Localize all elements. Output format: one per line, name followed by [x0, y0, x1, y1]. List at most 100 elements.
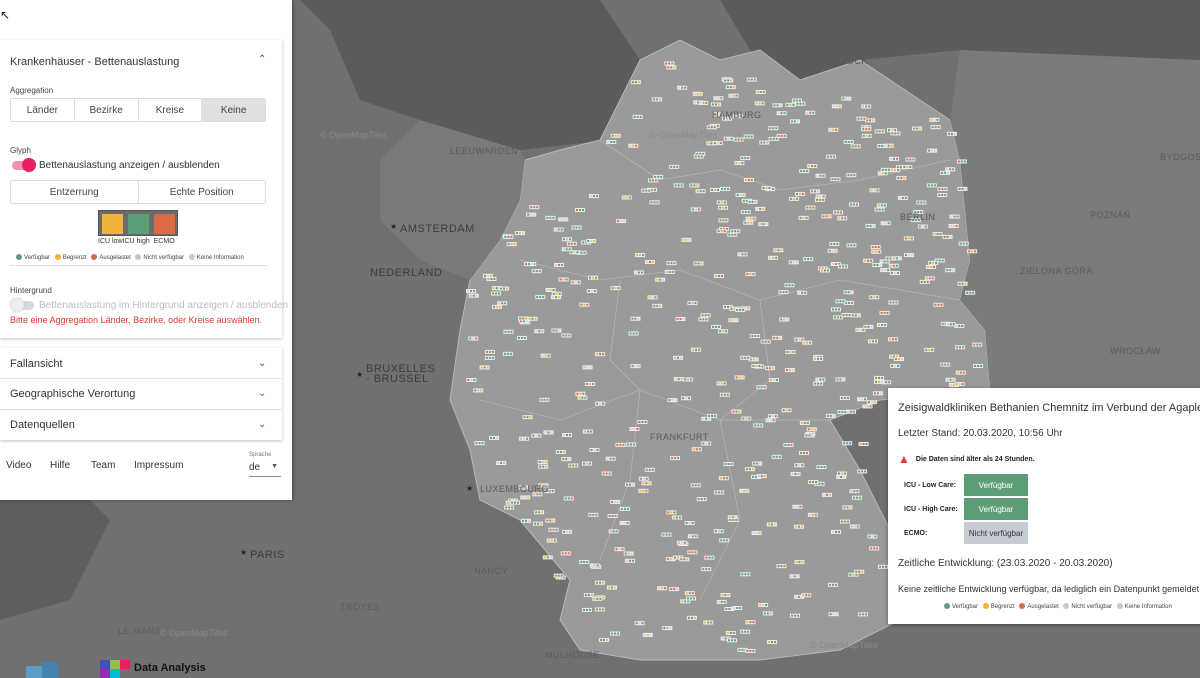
- layout-option-echte-position[interactable]: Echte Position: [138, 181, 265, 203]
- hospital-marker[interactable]: [890, 131, 901, 136]
- hospital-marker[interactable]: [745, 216, 756, 221]
- hospital-marker[interactable]: [926, 183, 937, 188]
- hospital-marker[interactable]: [630, 316, 641, 321]
- hospital-marker[interactable]: [842, 441, 853, 446]
- hospital-marker[interactable]: [662, 626, 673, 631]
- hospital-marker[interactable]: [561, 333, 572, 338]
- hospital-marker[interactable]: [582, 429, 593, 434]
- hospital-marker[interactable]: [783, 442, 794, 447]
- hospital-marker[interactable]: [684, 521, 695, 526]
- hospital-marker[interactable]: [813, 356, 824, 361]
- hospital-marker[interactable]: [954, 323, 965, 328]
- hospital-marker[interactable]: [713, 96, 724, 101]
- hospital-marker[interactable]: [716, 599, 727, 604]
- hospital-marker[interactable]: [624, 558, 635, 563]
- hospital-marker[interactable]: [571, 225, 582, 230]
- hospital-marker[interactable]: [605, 456, 616, 461]
- hospital-marker[interactable]: [861, 133, 872, 138]
- hospital-marker[interactable]: [594, 607, 605, 612]
- hospital-marker[interactable]: [839, 519, 850, 524]
- hospital-marker[interactable]: [850, 313, 861, 318]
- hospital-marker[interactable]: [852, 495, 863, 500]
- hospital-marker[interactable]: [741, 416, 752, 421]
- hospital-marker[interactable]: [545, 215, 556, 220]
- hospital-marker[interactable]: [835, 377, 846, 382]
- hospital-marker[interactable]: [562, 433, 573, 438]
- hospital-marker[interactable]: [673, 183, 684, 188]
- hospital-marker[interactable]: [479, 365, 490, 370]
- hospital-marker[interactable]: [677, 85, 688, 90]
- hospital-marker[interactable]: [867, 339, 878, 344]
- hospital-marker[interactable]: [579, 559, 590, 564]
- hospital-marker[interactable]: [728, 318, 739, 323]
- hospital-marker[interactable]: [813, 381, 824, 386]
- hospital-marker[interactable]: [893, 357, 904, 362]
- hospital-marker[interactable]: [808, 480, 819, 485]
- hospital-marker[interactable]: [740, 355, 751, 360]
- hospital-marker[interactable]: [815, 377, 826, 382]
- hospital-marker[interactable]: [865, 223, 876, 228]
- hospital-marker[interactable]: [928, 260, 939, 265]
- hospital-marker[interactable]: [666, 261, 677, 266]
- hospital-marker[interactable]: [854, 569, 865, 574]
- hospital-marker[interactable]: [610, 133, 621, 138]
- hospital-marker[interactable]: [801, 593, 812, 598]
- hospital-marker[interactable]: [828, 612, 839, 617]
- hospital-marker[interactable]: [485, 349, 496, 354]
- hospital-marker[interactable]: [670, 456, 681, 461]
- hospital-marker[interactable]: [919, 279, 930, 284]
- hospital-marker[interactable]: [739, 488, 750, 493]
- hospital-marker[interactable]: [740, 156, 751, 161]
- hospital-marker[interactable]: [608, 529, 619, 534]
- hospital-marker[interactable]: [806, 427, 817, 432]
- hospital-marker[interactable]: [781, 408, 792, 413]
- hospital-marker[interactable]: [844, 300, 855, 305]
- hospital-marker[interactable]: [666, 510, 677, 515]
- hospital-marker[interactable]: [594, 580, 605, 585]
- hospital-marker[interactable]: [863, 258, 874, 263]
- hospital-marker[interactable]: [514, 231, 525, 236]
- hospital-marker[interactable]: [486, 276, 497, 281]
- hospital-marker[interactable]: [821, 214, 832, 219]
- hospital-marker[interactable]: [788, 260, 799, 265]
- hospital-marker[interactable]: [905, 157, 916, 162]
- hospital-marker[interactable]: [754, 101, 765, 106]
- hospital-marker[interactable]: [713, 273, 724, 278]
- hospital-marker[interactable]: [785, 102, 796, 107]
- hospital-marker[interactable]: [707, 413, 718, 418]
- hospital-marker[interactable]: [828, 582, 839, 587]
- hospital-marker[interactable]: [790, 472, 801, 477]
- hospital-marker[interactable]: [916, 200, 927, 205]
- hospital-marker[interactable]: [768, 378, 779, 383]
- hospital-marker[interactable]: [955, 370, 966, 375]
- hospital-marker[interactable]: [533, 521, 544, 526]
- hospital-marker[interactable]: [466, 378, 477, 383]
- hospital-marker[interactable]: [586, 238, 597, 243]
- hospital-marker[interactable]: [637, 420, 648, 425]
- hospital-marker[interactable]: [957, 186, 968, 191]
- hospital-marker[interactable]: [690, 207, 701, 212]
- hospital-marker[interactable]: [669, 164, 680, 169]
- hospital-marker[interactable]: [890, 363, 901, 368]
- hospital-marker[interactable]: [890, 168, 901, 173]
- hospital-marker[interactable]: [629, 427, 640, 432]
- hospital-marker[interactable]: [924, 276, 935, 281]
- hospital-marker[interactable]: [588, 194, 599, 199]
- hospital-marker[interactable]: [716, 381, 727, 386]
- hospital-marker[interactable]: [768, 255, 779, 260]
- hospital-marker[interactable]: [804, 433, 815, 438]
- hospital-marker[interactable]: [695, 189, 706, 194]
- footer-link-video[interactable]: Video: [6, 460, 31, 471]
- hospital-marker[interactable]: [581, 461, 592, 466]
- hospital-marker[interactable]: [492, 304, 503, 309]
- hospital-marker[interactable]: [877, 171, 888, 176]
- hospital-marker[interactable]: [588, 512, 599, 517]
- hospital-marker[interactable]: [655, 277, 666, 282]
- hospital-marker[interactable]: [568, 463, 579, 468]
- hospital-marker[interactable]: [794, 560, 805, 565]
- hospital-marker[interactable]: [877, 564, 888, 569]
- hospital-marker[interactable]: [725, 85, 736, 90]
- hospital-marker[interactable]: [836, 471, 847, 476]
- hospital-marker[interactable]: [614, 547, 625, 552]
- hospital-marker[interactable]: [793, 524, 804, 529]
